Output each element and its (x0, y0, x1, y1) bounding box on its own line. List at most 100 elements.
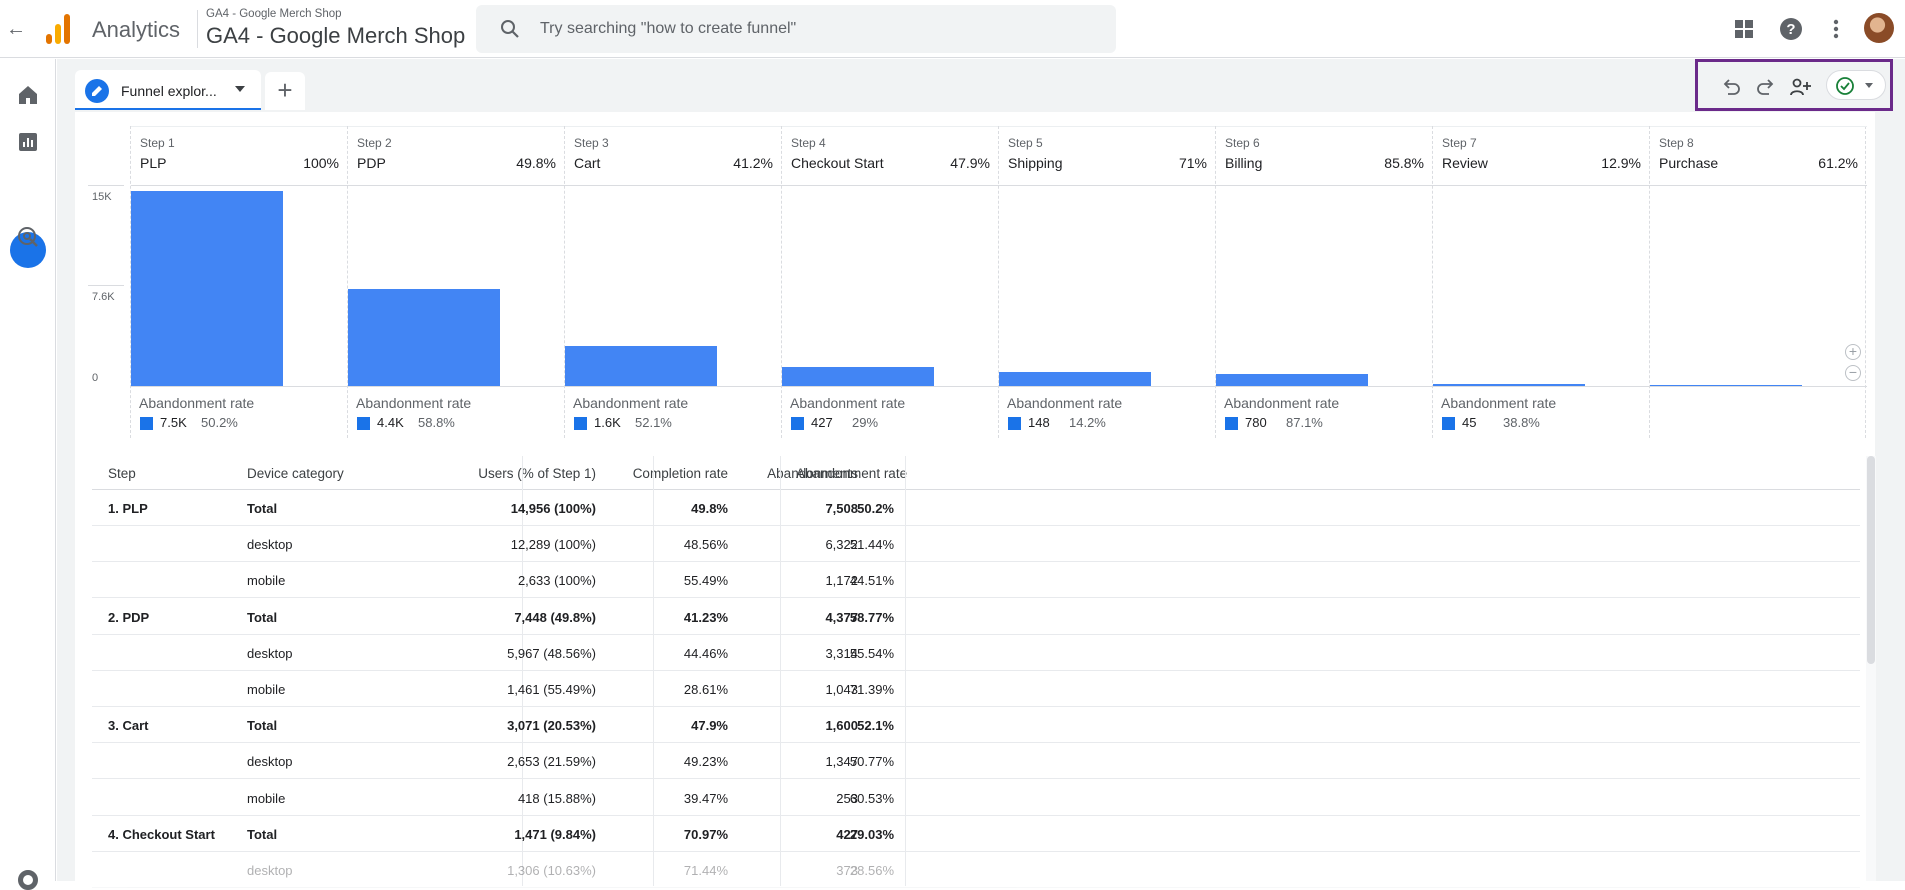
undo-icon[interactable] (1720, 76, 1742, 98)
step-header[interactable]: Step 4 Checkout Start 47.9% (782, 126, 999, 186)
funnel-step-column[interactable]: Step 3 Cart 41.2% Abandonment rate 1.6K 52.1% (564, 126, 782, 438)
step-header[interactable]: Step 8 Purchase 61.2% (1650, 126, 1867, 186)
bar-area (348, 186, 565, 386)
step-footer: Abandonment rate 427 29% (782, 386, 999, 438)
add-tab-button[interactable]: + (265, 72, 305, 110)
abandonment-rate: 38.8% (1503, 415, 1540, 430)
step-footer: Abandonment rate 7.5K 50.2% (131, 386, 348, 438)
y-tick-label: 0 (92, 372, 99, 384)
funnel-bar[interactable] (565, 346, 717, 386)
tab-label[interactable]: Funnel explor... (121, 83, 217, 99)
save-status-button[interactable] (1826, 70, 1886, 100)
table-row[interactable]: 1. PLP Total 14,956 (100%) 49.8% 7,508 50.2% (92, 490, 1860, 526)
zoom-in-icon[interactable]: + (1845, 344, 1861, 360)
cell-device: desktop (247, 863, 293, 878)
funnel-bar[interactable] (999, 372, 1151, 386)
edit-pencil-icon[interactable] (85, 79, 109, 103)
property-selector[interactable]: GA4 - Google Merch Shop (206, 23, 465, 49)
funnel-step-column[interactable]: Step 4 Checkout Start 47.9% Abandonment rat… (781, 126, 999, 438)
table-row[interactable]: mobile 2,633 (100%) 55.49% 1,172 44.51% (92, 562, 1860, 599)
step-number: Step 6 (1225, 136, 1260, 150)
cell-step: 1. PLP (108, 501, 148, 516)
step-header[interactable]: Step 2 PDP 49.8% (348, 126, 565, 186)
apps-grid-icon[interactable] (1732, 17, 1756, 41)
left-navigation (0, 59, 56, 881)
table-row[interactable]: 3. Cart Total 3,071 (20.53%) 47.9% 1,600 52.1… (92, 707, 1860, 744)
abandonment-count: 45 (1462, 415, 1477, 430)
cell-step: 4. Checkout Start (108, 826, 215, 842)
funnel-bar[interactable] (1216, 374, 1368, 386)
analytics-logo-icon[interactable] (46, 14, 72, 44)
home-icon[interactable] (16, 83, 40, 107)
tab-funnel-exploration[interactable]: Funnel explor... (75, 70, 261, 110)
step-number: Step 7 (1442, 136, 1477, 150)
step-header[interactable]: Step 5 Shipping 71% (999, 126, 1216, 186)
table-row[interactable]: mobile 418 (15.88%) 39.47% 253 60.53% (92, 780, 1860, 816)
step-header[interactable]: Step 3 Cart 41.2% (565, 126, 782, 186)
help-icon[interactable]: ? (1779, 17, 1803, 41)
funnel-bar[interactable] (131, 191, 283, 386)
legend-swatch (1008, 417, 1021, 430)
cell-abandonment-rate: 50.2% (857, 501, 894, 516)
table-row[interactable]: 4. Checkout Start Total 1,471 (9.84%) 70.97… (92, 816, 1860, 852)
header-divider (197, 10, 198, 48)
step-footer (1650, 386, 1867, 438)
funnel-step-column[interactable]: Step 6 Billing 85.8% Abandonment rate 780 87.… (1215, 126, 1433, 438)
legend-swatch (140, 417, 153, 430)
funnel-step-column[interactable]: Step 7 Review 12.9% Abandonment rate 45 38.8% (1432, 126, 1650, 438)
zoom-out-icon[interactable]: − (1845, 365, 1861, 381)
cell-device: desktop (247, 754, 293, 770)
redo-icon[interactable] (1755, 76, 1777, 98)
search-bar[interactable]: Try searching "how to create funnel" (476, 5, 1116, 53)
table-row[interactable]: desktop 2,653 (21.59%) 49.23% 1,347 50.77% (92, 743, 1860, 780)
funnel-step-column[interactable]: Step 8 Purchase 61.2% (1649, 126, 1867, 438)
bar-area (565, 186, 782, 386)
cell-device: Total (247, 826, 278, 842)
funnel-step-column[interactable]: Step 2 PDP 49.8% Abandonment rate 4.4K 58.8% (347, 126, 565, 438)
search-placeholder[interactable]: Try searching "how to create funnel" (540, 20, 796, 38)
more-vert-icon[interactable] (1824, 17, 1848, 41)
step-name: Purchase (1659, 155, 1719, 171)
property-account-label[interactable]: GA4 - Google Merch Shop (206, 8, 342, 20)
table-row[interactable]: desktop 1,306 (10.63%) 71.44% 373 28.56% (92, 852, 1860, 888)
step-number: Step 8 (1659, 136, 1694, 150)
step-completion-pct: 100% (303, 155, 339, 171)
col-header-step[interactable]: Step (108, 466, 136, 481)
step-header[interactable]: Step 6 Billing 85.8% (1216, 126, 1433, 186)
step-name: Shipping (1008, 155, 1063, 171)
table-row[interactable]: mobile 1,461 (55.49%) 28.61% 1,043 71.39% (92, 671, 1860, 707)
col-header-device[interactable]: Device category (247, 466, 344, 481)
abandonment-count: 427 (811, 415, 833, 430)
app-name: Analytics (92, 17, 181, 42)
table-row[interactable]: desktop 12,289 (100%) 48.56% 6,322 51.44% (92, 526, 1860, 563)
reports-icon[interactable] (16, 130, 40, 154)
explore-icon[interactable] (16, 179, 40, 203)
step-number: Step 1 (140, 136, 175, 150)
settings-icon[interactable] (18, 870, 38, 890)
step-footer: Abandonment rate 148 14.2% (999, 386, 1216, 438)
step-footer: Abandonment rate 780 87.1% (1216, 386, 1433, 438)
back-arrow-icon[interactable]: ← (5, 18, 27, 40)
step-header[interactable]: Step 7 Review 12.9% (1433, 126, 1650, 186)
funnel-bar[interactable] (348, 289, 500, 386)
funnel-bar[interactable] (782, 367, 934, 386)
funnel-step-column[interactable]: Step 5 Shipping 71% Abandonment rate 148 14.2… (998, 126, 1216, 438)
table-scrollbar-thumb[interactable] (1867, 456, 1875, 664)
table-row[interactable]: desktop 5,967 (48.56%) 44.46% 3,314 55.54% (92, 635, 1860, 671)
bar-area (131, 186, 348, 386)
user-avatar[interactable] (1864, 13, 1894, 43)
bar-area (1216, 186, 1433, 386)
chevron-down-icon[interactable] (235, 86, 245, 92)
share-users-icon[interactable] (1790, 76, 1812, 98)
table-row[interactable]: 2. PDP Total 7,448 (49.8%) 41.23% 4,377 58.77… (92, 599, 1860, 635)
col-header-abandonment-rate[interactable]: Abandonment rate (796, 466, 907, 481)
cell-device: desktop (247, 645, 293, 661)
step-number: Step 3 (574, 136, 609, 150)
step-completion-pct: 12.9% (1601, 155, 1641, 171)
cell-abandonment-rate: 58.77% (849, 609, 894, 625)
abandonment-label: Abandonment rate (790, 395, 906, 411)
cell-device: mobile (247, 790, 286, 806)
advertising-icon[interactable] (16, 225, 40, 249)
step-header[interactable]: Step 1 PLP 100% (131, 126, 348, 186)
funnel-step-column[interactable]: Step 1 PLP 100% Abandonment rate 7.5K 50.2% (130, 126, 348, 438)
